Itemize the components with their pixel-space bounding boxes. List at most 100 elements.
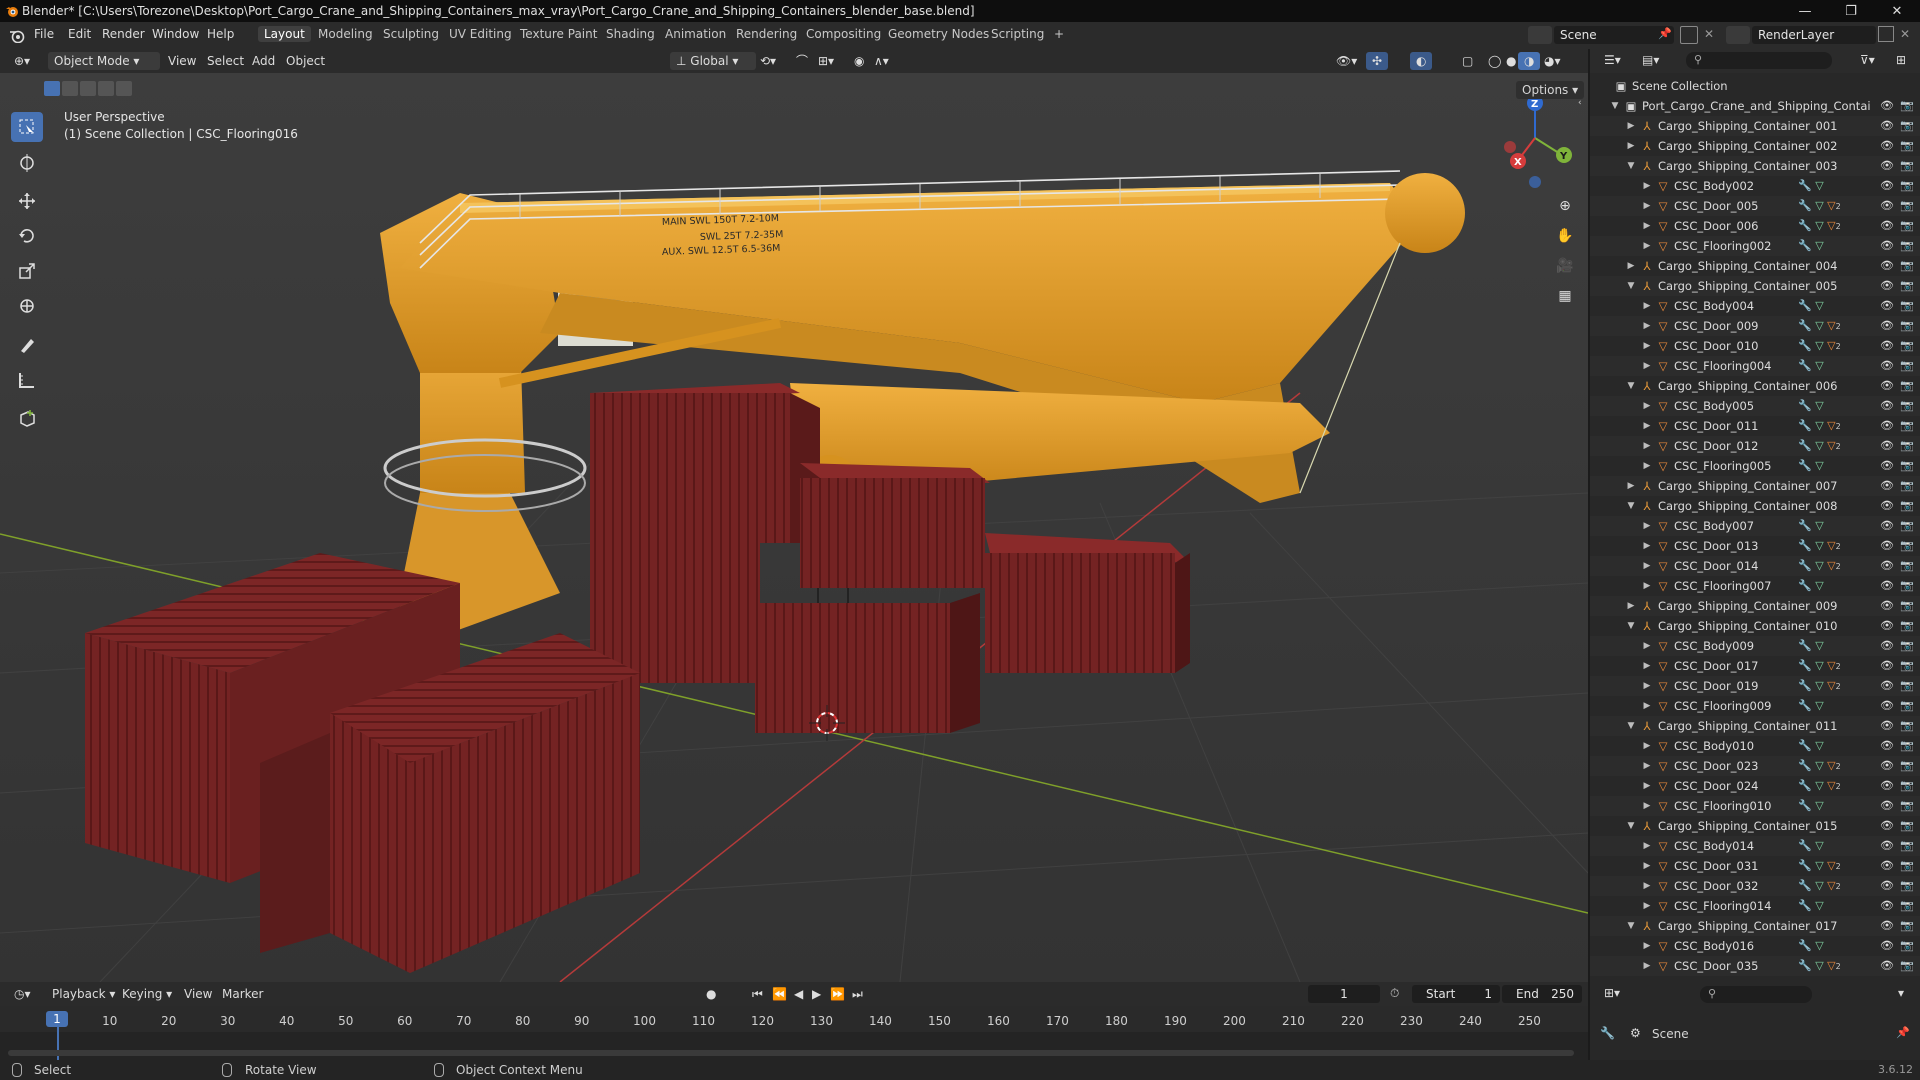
visibility-eye-icon[interactable]: 👁	[1880, 296, 1894, 316]
visibility-eye-icon[interactable]: 👁	[1880, 276, 1894, 296]
render-camera-icon[interactable]: 📷	[1900, 556, 1914, 576]
render-camera-icon[interactable]: 📷	[1900, 96, 1914, 116]
outliner-row[interactable]: ▶ ▽ CSC_Door_010 🔧 ▽ ▽2 👁 📷	[1590, 336, 1920, 356]
gizmo-toggle-icon[interactable]: ✣	[1366, 52, 1389, 70]
render-camera-icon[interactable]: 📷	[1900, 756, 1914, 776]
render-camera-icon[interactable]: 📷	[1900, 636, 1914, 656]
expand-arrow-icon[interactable]: ▶	[1642, 876, 1652, 896]
visibility-eye-icon[interactable]: 👁	[1880, 336, 1894, 356]
ortho-toggle-icon[interactable]: ▦	[1552, 283, 1578, 309]
outliner-row[interactable]: ▶ ▽ CSC_Door_012 🔧 ▽ ▽2 👁 📷	[1590, 436, 1920, 456]
outliner-row[interactable]: ▶ ▽ CSC_Flooring007 🔧 ▽ 👁 📷	[1590, 576, 1920, 596]
outliner-row[interactable]: ▶ ⅄ Cargo_Shipping_Container_009 👁 📷	[1590, 596, 1920, 616]
new-scene-icon[interactable]	[1680, 26, 1698, 44]
select-intersect-icon[interactable]	[116, 81, 132, 96]
visibility-eye-icon[interactable]: 👁	[1880, 916, 1894, 936]
visibility-eye-icon[interactable]: 👁	[1880, 716, 1894, 736]
falloff-icon[interactable]: ∧▾	[868, 52, 895, 70]
expand-arrow-icon[interactable]: ▶	[1642, 556, 1652, 576]
modifier-data-icons[interactable]: 🔧 ▽	[1798, 296, 1824, 316]
visibility-eye-icon[interactable]: 👁	[1880, 616, 1894, 636]
menu-object[interactable]: Object	[280, 52, 331, 70]
visibility-eye-icon[interactable]: 👁	[1880, 776, 1894, 796]
expand-arrow-icon[interactable]: ▶	[1642, 736, 1652, 756]
render-camera-icon[interactable]: 📷	[1900, 236, 1914, 256]
select-new-icon[interactable]	[44, 81, 60, 96]
render-camera-icon[interactable]: 📷	[1900, 516, 1914, 536]
render-camera-icon[interactable]: 📷	[1900, 876, 1914, 896]
properties-search-input[interactable]	[1700, 986, 1812, 1003]
expand-arrow-icon[interactable]: ▶	[1642, 896, 1652, 916]
outliner-search-input[interactable]	[1686, 52, 1832, 69]
render-camera-icon[interactable]: 📷	[1900, 896, 1914, 916]
visibility-eye-icon[interactable]: 👁	[1880, 216, 1894, 236]
expand-arrow-icon[interactable]: ▶	[1626, 256, 1636, 276]
visibility-icon[interactable]: 👁▾	[1330, 52, 1363, 70]
move-tool[interactable]	[11, 186, 43, 216]
render-camera-icon[interactable]: 📷	[1900, 816, 1914, 836]
close-button[interactable]: ✕	[1874, 0, 1920, 22]
render-camera-icon[interactable]: 📷	[1900, 476, 1914, 496]
visibility-eye-icon[interactable]: 👁	[1880, 136, 1894, 156]
collapse-arrow-icon[interactable]: ▼	[1610, 96, 1620, 116]
modifier-data-icons[interactable]: 🔧 ▽	[1798, 396, 1824, 416]
outliner-row[interactable]: ▶ ▽ CSC_Flooring014 🔧 ▽ 👁 📷	[1590, 896, 1920, 916]
menu-edit[interactable]: Edit	[68, 27, 91, 41]
outliner-row[interactable]: ▶ ▽ CSC_Body002 🔧 ▽ 👁 📷	[1590, 176, 1920, 196]
outliner-row[interactable]: ▶ ▽ CSC_Flooring010 🔧 ▽ 👁 📷	[1590, 796, 1920, 816]
collapse-arrow-icon[interactable]: ▼	[1626, 276, 1636, 296]
modifier-data-icons[interactable]: 🔧 ▽ ▽2	[1798, 556, 1841, 577]
tab-scripting[interactable]: Scripting	[985, 26, 1050, 42]
expand-arrow-icon[interactable]: ▶	[1642, 956, 1652, 976]
visibility-eye-icon[interactable]: 👁	[1880, 756, 1894, 776]
outliner-row[interactable]: ▼ ⅄ Cargo_Shipping_Container_008 👁 📷	[1590, 496, 1920, 516]
visibility-eye-icon[interactable]: 👁	[1880, 356, 1894, 376]
options-dropdown[interactable]: Options ▾	[1516, 81, 1585, 99]
visibility-eye-icon[interactable]: 👁	[1880, 456, 1894, 476]
render-camera-icon[interactable]: 📷	[1900, 716, 1914, 736]
render-camera-icon[interactable]: 📷	[1900, 356, 1914, 376]
visibility-eye-icon[interactable]: 👁	[1880, 316, 1894, 336]
modifier-data-icons[interactable]: 🔧 ▽ ▽2	[1798, 216, 1841, 237]
visibility-eye-icon[interactable]: 👁	[1880, 496, 1894, 516]
cursor-tool[interactable]	[11, 148, 43, 178]
modifier-data-icons[interactable]: 🔧 ▽ ▽2	[1798, 656, 1841, 677]
outliner-row[interactable]: ▶ ▽ CSC_Door_031 🔧 ▽ ▽2 👁 📷	[1590, 856, 1920, 876]
collapse-arrow-icon[interactable]: ▼	[1626, 716, 1636, 736]
modifier-data-icons[interactable]: 🔧 ▽ ▽2	[1798, 756, 1841, 777]
modifier-data-icons[interactable]: 🔧 ▽	[1798, 456, 1824, 476]
outliner-row[interactable]: ▶ ▽ CSC_Door_013 🔧 ▽ ▽2 👁 📷	[1590, 536, 1920, 556]
collapse-arrow-icon[interactable]: ▼	[1626, 496, 1636, 516]
visibility-eye-icon[interactable]: 👁	[1880, 156, 1894, 176]
render-camera-icon[interactable]: 📷	[1900, 276, 1914, 296]
modifier-data-icons[interactable]: 🔧 ▽	[1798, 636, 1824, 656]
visibility-eye-icon[interactable]: 👁	[1880, 736, 1894, 756]
overlay-toggle-icon[interactable]: ◐	[1410, 52, 1433, 70]
visibility-eye-icon[interactable]: 👁	[1880, 796, 1894, 816]
visibility-eye-icon[interactable]: 👁	[1880, 236, 1894, 256]
outliner-row[interactable]: ▶ ▽ CSC_Flooring004 🔧 ▽ 👁 📷	[1590, 356, 1920, 376]
render-camera-icon[interactable]: 📷	[1900, 376, 1914, 396]
expand-arrow-icon[interactable]: ▶	[1642, 696, 1652, 716]
expand-arrow-icon[interactable]: ▶	[1642, 636, 1652, 656]
render-camera-icon[interactable]: 📷	[1900, 736, 1914, 756]
rotate-tool[interactable]	[11, 221, 43, 251]
pan-hand-icon[interactable]: ✋	[1552, 223, 1578, 249]
visibility-eye-icon[interactable]: 👁	[1880, 836, 1894, 856]
tab-sculpting[interactable]: Sculpting	[377, 26, 445, 42]
tab-animation[interactable]: Animation	[659, 26, 732, 42]
stopwatch-icon[interactable]: ⏱	[1390, 986, 1399, 1001]
menu-add[interactable]: Add	[246, 52, 281, 70]
modifier-data-icons[interactable]: 🔧 ▽ ▽2	[1798, 316, 1841, 337]
expand-arrow-icon[interactable]: ▶	[1642, 656, 1652, 676]
properties-pin-icon[interactable]: 📌	[1896, 1026, 1910, 1039]
visibility-eye-icon[interactable]: 👁	[1880, 656, 1894, 676]
collapse-arrow-icon[interactable]: ▼	[1626, 156, 1636, 176]
visibility-eye-icon[interactable]: 👁	[1880, 856, 1894, 876]
menu-render[interactable]: Render	[102, 27, 145, 41]
outliner-row[interactable]: ▶ ⅄ Cargo_Shipping_Container_004 👁 📷	[1590, 256, 1920, 276]
outliner-row[interactable]: ▼ ⅄ Cargo_Shipping_Container_005 👁 📷	[1590, 276, 1920, 296]
pin-icon[interactable]: 📌	[1658, 27, 1672, 40]
modifier-data-icons[interactable]: 🔧 ▽	[1798, 176, 1824, 196]
modifier-data-icons[interactable]: 🔧 ▽ ▽2	[1798, 776, 1841, 797]
